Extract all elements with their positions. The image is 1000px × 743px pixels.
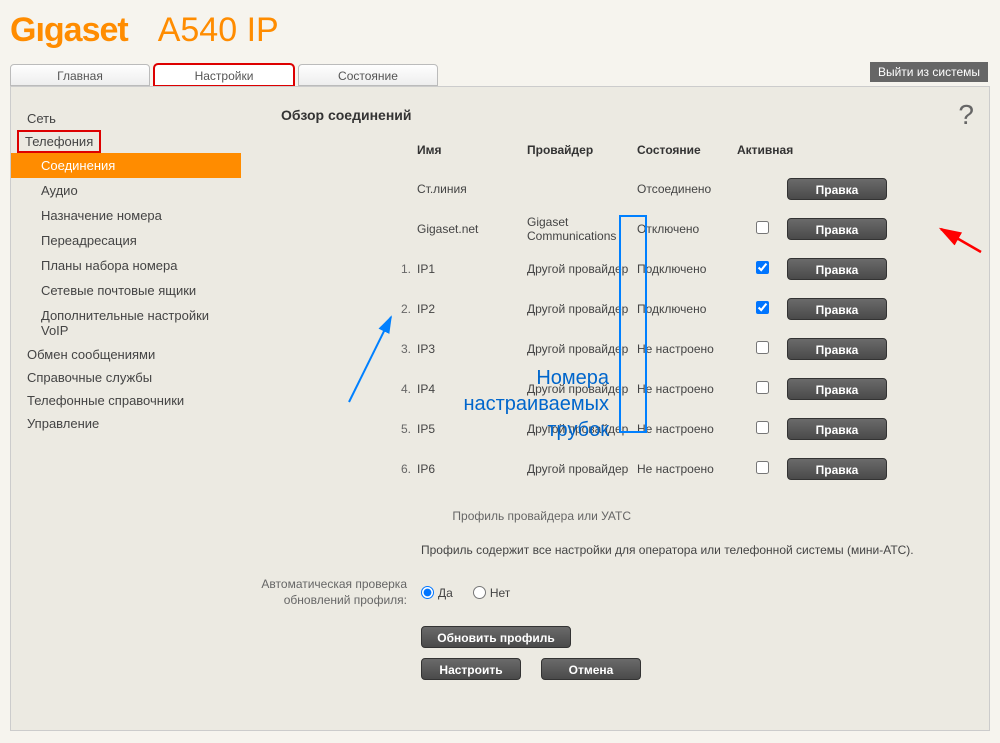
cell-status: Не настроено [637, 462, 737, 476]
main-panel: Сеть Телефония Соединения Аудио Назначен… [10, 86, 990, 731]
edit-button[interactable]: Правка [787, 338, 887, 360]
col-provider: Провайдер [527, 143, 637, 157]
cell-name: IP6 [417, 462, 527, 476]
col-name: Имя [417, 143, 527, 157]
radio-no-label: Нет [490, 586, 510, 600]
auto-update-label: Автоматическая проверка обновлений профи… [241, 577, 421, 608]
edit-button[interactable]: Правка [787, 378, 887, 400]
cell-name: IP2 [417, 302, 527, 316]
active-checkbox[interactable] [756, 221, 769, 234]
sidebar-group-network[interactable]: Сеть [11, 107, 241, 130]
radio-yes-label: Да [438, 586, 453, 600]
logout-link[interactable]: Выйти из системы [870, 62, 988, 82]
row-number: 5. [391, 422, 417, 436]
row-number: 2. [391, 302, 417, 316]
active-checkbox[interactable] [756, 461, 769, 474]
cell-provider: Gigaset Communications [527, 215, 637, 243]
edit-button[interactable]: Правка [787, 218, 887, 240]
cell-name: IP3 [417, 342, 527, 356]
edit-button[interactable]: Правка [787, 298, 887, 320]
sidebar-item-dial-plans[interactable]: Планы набора номера [11, 253, 241, 278]
edit-button[interactable]: Правка [787, 418, 887, 440]
cell-name: Gigaset.net [417, 222, 527, 236]
cancel-button[interactable]: Отмена [541, 658, 641, 680]
annotation-text: Номера настраиваемых трубок [429, 365, 609, 443]
radio-yes[interactable]: Да [421, 586, 453, 600]
sidebar-item-connections[interactable]: Соединения [11, 153, 241, 178]
cell-provider: Другой провайдер [527, 342, 637, 356]
sidebar-group-management[interactable]: Управление [11, 412, 241, 435]
cell-status: Не настроено [637, 382, 737, 396]
configure-button[interactable]: Настроить [421, 658, 521, 680]
active-checkbox[interactable] [756, 421, 769, 434]
sidebar-group-messaging[interactable]: Обмен сообщениями [11, 343, 241, 366]
cell-status: Отключено [637, 222, 737, 236]
table-head: Имя Провайдер Состояние Активная [391, 143, 969, 169]
bottom-buttons: Настроить Отмена [421, 658, 969, 680]
col-active: Активная [737, 143, 787, 157]
radio-no[interactable]: Нет [473, 586, 510, 600]
table-row-ip2: 2. IP2 Другой провайдер Подключено Правк… [391, 289, 969, 329]
edit-button[interactable]: Правка [787, 258, 887, 280]
sidebar-item-net-mailboxes[interactable]: Сетевые почтовые ящики [11, 278, 241, 303]
sidebar-item-voip-advanced[interactable]: Дополнительные настройки VoIP [11, 303, 241, 343]
cell-status: Подключено [637, 302, 737, 316]
active-checkbox[interactable] [756, 341, 769, 354]
sidebar: Сеть Телефония Соединения Аудио Назначен… [11, 87, 241, 730]
row-number: 1. [391, 262, 417, 276]
sidebar-group-phone-dirs[interactable]: Телефонные справочники [11, 389, 241, 412]
active-checkbox[interactable] [756, 381, 769, 394]
row-number: 3. [391, 342, 417, 356]
content-area: ? Обзор соединений Имя Провайдер Состоян… [241, 87, 989, 730]
cell-status: Не настроено [637, 422, 737, 436]
cell-provider: Другой провайдер [527, 262, 637, 276]
page-title: Обзор соединений [281, 107, 969, 123]
edit-button[interactable]: Правка [787, 458, 887, 480]
section-provider-profile: Профиль провайдера или УАТС [241, 509, 631, 523]
cell-status: Отсоединено [637, 182, 737, 196]
table-row-ip6: 6. IP6 Другой провайдер Не настроено Пра… [391, 449, 969, 489]
profile-description: Профиль содержит все настройки для опера… [421, 543, 941, 557]
model-name: A540 IP [158, 11, 279, 50]
sidebar-item-number-assign[interactable]: Назначение номера [11, 203, 241, 228]
cell-name: IP1 [417, 262, 527, 276]
sidebar-item-audio[interactable]: Аудио [11, 178, 241, 203]
tab-status[interactable]: Состояние [298, 64, 438, 86]
help-icon[interactable]: ? [958, 99, 974, 131]
tab-settings[interactable]: Настройки [154, 64, 294, 86]
update-profile-button[interactable]: Обновить профиль [421, 626, 571, 648]
cell-name: Ст.линия [417, 182, 527, 196]
cell-provider: Другой провайдер [527, 462, 637, 476]
cell-provider: Другой провайдер [527, 302, 637, 316]
sidebar-group-info-services[interactable]: Справочные службы [11, 366, 241, 389]
cell-status: Подключено [637, 262, 737, 276]
table-row-ip3: 3. IP3 Другой провайдер Не настроено Пра… [391, 329, 969, 369]
table-row-fixed: Ст.линия Отсоединено Правка [391, 169, 969, 209]
row-number: 4. [391, 382, 417, 396]
sidebar-item-forwarding[interactable]: Переадресация [11, 228, 241, 253]
sidebar-group-telephony[interactable]: Телефония [19, 132, 99, 151]
header: Gıgaset A540 IP [0, 0, 1000, 60]
row-number: 6. [391, 462, 417, 476]
col-status: Состояние [637, 143, 737, 157]
table-row-ip1: 1. IP1 Другой провайдер Подключено Правк… [391, 249, 969, 289]
active-checkbox[interactable] [756, 261, 769, 274]
cell-status: Не настроено [637, 342, 737, 356]
edit-button[interactable]: Правка [787, 178, 887, 200]
top-tabs: Главная Настройки Состояние Выйти из сис… [0, 60, 1000, 86]
tab-main[interactable]: Главная [10, 64, 150, 86]
active-checkbox[interactable] [756, 301, 769, 314]
table-row-gigaset: Gigaset.net Gigaset Communications Отклю… [391, 209, 969, 249]
form-row-auto-update: Автоматическая проверка обновлений профи… [241, 577, 969, 608]
brand-logo: Gıgaset [10, 11, 128, 50]
